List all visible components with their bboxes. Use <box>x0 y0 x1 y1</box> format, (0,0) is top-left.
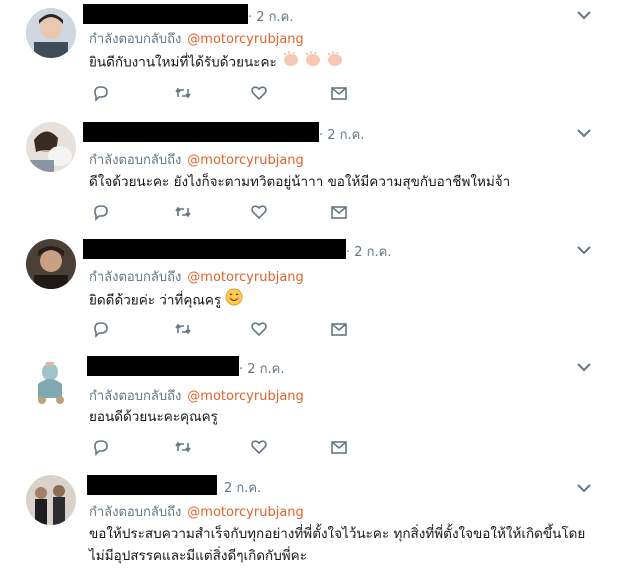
chevron-down-icon[interactable] <box>576 483 592 493</box>
reply-context: กำลังตอบกลับถึง @motorcyrubjang <box>89 501 304 522</box>
tweet-actions <box>92 84 362 102</box>
reply-icon[interactable] <box>92 320 110 338</box>
retweet-icon[interactable] <box>174 203 192 221</box>
redacted-author-name <box>83 4 248 24</box>
tweet[interactable]: 2 ก.ค. กำลังตอบกลับถึง @motorcyrubjang ขอ… <box>0 465 625 581</box>
reply-handle-link[interactable]: @motorcyrubjang <box>187 270 303 285</box>
chevron-down-icon[interactable] <box>576 245 592 255</box>
chevron-down-icon[interactable] <box>576 10 592 20</box>
tweet[interactable]: · 2 ก.ค. กำลังตอบกลับถึง @motorcyrubjang … <box>0 231 625 349</box>
retweet-icon[interactable] <box>174 438 192 456</box>
avatar[interactable] <box>26 475 76 525</box>
reply-handle-link[interactable]: @motorcyrubjang <box>187 153 303 168</box>
like-heart-icon[interactable] <box>250 438 268 456</box>
reply-icon[interactable] <box>92 203 110 221</box>
tweet-timestamp[interactable]: · 2 ก.ค. <box>248 6 294 27</box>
redacted-author-name <box>87 475 217 495</box>
reply-feed: · 2 ก.ค. กำลังตอบกลับถึง @motorcyrubjang … <box>0 0 625 581</box>
reply-context: กำลังตอบกลับถึง @motorcyrubjang <box>89 149 304 170</box>
avatar[interactable] <box>26 122 76 172</box>
reply-prefix: กำลังตอบกลับถึง <box>89 270 182 285</box>
direct-message-icon[interactable] <box>330 438 348 456</box>
redacted-author-name <box>83 122 319 142</box>
tweet-text: ยิดดีด้วยค่ะ ว่าที่คุณครู <box>89 288 605 313</box>
tweet-text: ยินดีกับงานใหม่ที่ได้รับด้วยนะคะ <box>89 50 605 75</box>
tweet-text: ยอนดีด้วยนะคะคุณครู <box>89 409 218 425</box>
chevron-down-icon[interactable] <box>576 128 592 138</box>
reply-icon[interactable] <box>92 84 110 102</box>
avatar[interactable] <box>26 356 76 406</box>
reply-prefix: กำลังตอบกลับถึง <box>89 389 182 404</box>
tweet[interactable]: · 2 ก.ค. กำลังตอบกลับถึง @motorcyrubjang … <box>0 0 625 115</box>
avatar[interactable] <box>26 8 76 58</box>
tweet-actions <box>92 438 362 456</box>
reply-prefix: กำลังตอบกลับถึง <box>89 505 182 520</box>
direct-message-icon[interactable] <box>330 320 348 338</box>
reply-context: กำลังตอบกลับถึง @motorcyrubjang <box>89 28 304 49</box>
reply-prefix: กำลังตอบกลับถึง <box>89 153 182 168</box>
direct-message-icon[interactable] <box>330 84 348 102</box>
tweet-text: ดีใจด้วยนะคะ ยังไงก็จะตามทวิตอยู่น้าาา ข… <box>89 174 511 190</box>
like-heart-icon[interactable] <box>250 203 268 221</box>
direct-message-icon[interactable] <box>330 203 348 221</box>
avatar[interactable] <box>26 239 76 289</box>
tweet-timestamp[interactable]: · 2 ก.ค. <box>346 241 392 262</box>
reply-handle-link[interactable]: @motorcyrubjang <box>187 505 303 520</box>
tweet-timestamp[interactable]: · 2 ก.ค. <box>239 358 285 379</box>
reply-context: กำลังตอบกลับถึง @motorcyrubjang <box>89 385 304 406</box>
tweet-text-body: ยินดีกับงานใหม่ที่ได้รับด้วยนะคะ <box>89 54 277 71</box>
tweet-timestamp[interactable]: · 2 ก.ค. <box>319 124 365 145</box>
reply-handle-link[interactable]: @motorcyrubjang <box>187 32 303 47</box>
retweet-icon[interactable] <box>174 84 192 102</box>
tweet-timestamp[interactable]: 2 ก.ค. <box>224 477 261 498</box>
like-heart-icon[interactable] <box>250 84 268 102</box>
reply-context: กำลังตอบกลับถึง @motorcyrubjang <box>89 266 304 287</box>
reply-prefix: กำลังตอบกลับถึง <box>89 32 182 47</box>
clapping-hands-icon <box>281 50 347 75</box>
redacted-author-name <box>87 356 239 376</box>
reply-handle-link[interactable]: @motorcyrubjang <box>187 389 303 404</box>
tweet-actions <box>92 203 362 221</box>
redacted-author-name <box>83 239 346 259</box>
reply-icon[interactable] <box>92 438 110 456</box>
tweet[interactable]: · 2 ก.ค. กำลังตอบกลับถึง @motorcyrubjang … <box>0 348 625 466</box>
tweet-text: ขอให้ประสบความสำเร็จกับทุกอย่างที่พี่ตั้… <box>89 526 586 564</box>
retweet-icon[interactable] <box>174 320 192 338</box>
tweet-actions <box>92 320 362 338</box>
tweet[interactable]: · 2 ก.ค. กำลังตอบกลับถึง @motorcyrubjang … <box>0 114 625 232</box>
smiling-face-icon <box>225 288 243 313</box>
tweet-text-body: ยิดดีด้วยค่ะ ว่าที่คุณครู <box>89 292 222 309</box>
chevron-down-icon[interactable] <box>576 362 592 372</box>
like-heart-icon[interactable] <box>250 320 268 338</box>
